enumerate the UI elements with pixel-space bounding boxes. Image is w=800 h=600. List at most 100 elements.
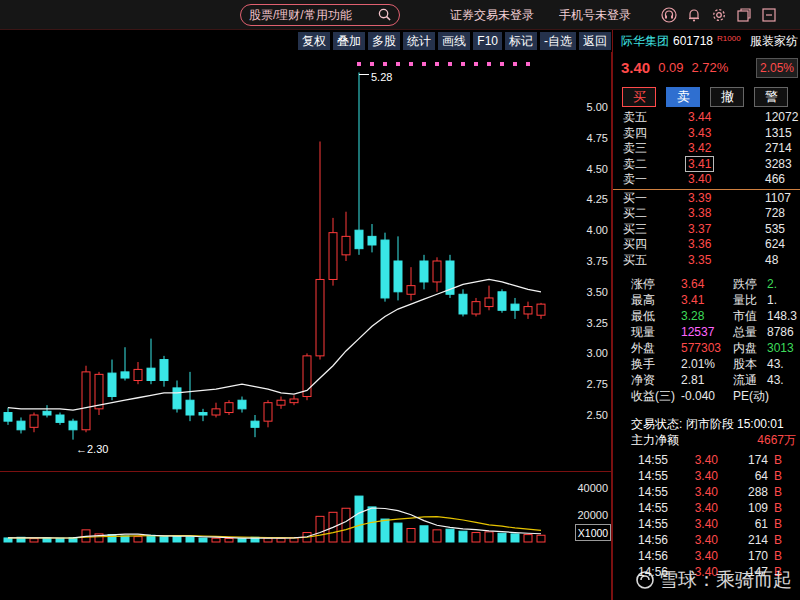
candle[interactable] [17,417,25,433]
candle[interactable] [212,403,220,418]
candle[interactable] [394,236,402,300]
event-marker[interactable] [383,62,387,66]
candle[interactable] [69,419,77,440]
volume-bar[interactable] [381,519,389,542]
candle[interactable] [82,366,90,433]
candlestick-chart[interactable]: 5.004.754.504.254.003.753.503.253.002.75… [0,52,612,472]
volume-bar[interactable] [407,529,415,543]
event-marker[interactable] [370,62,374,66]
volume-bar[interactable] [173,536,181,542]
search-icon[interactable] [378,8,391,21]
volume-chart[interactable]: 4000020000X1000 [0,472,612,600]
event-marker[interactable] [474,62,478,66]
candle[interactable] [511,298,519,319]
candle[interactable] [290,395,298,405]
order-row[interactable]: 买一3.391107 [613,191,800,207]
candle[interactable] [355,73,363,255]
bell-icon[interactable] [686,7,702,23]
candle[interactable] [342,212,350,261]
candle[interactable] [459,289,467,316]
candle[interactable] [56,413,64,425]
order-row[interactable]: 卖三3.422714 [613,141,800,157]
event-marker[interactable] [448,62,452,66]
volume-bar[interactable] [537,535,545,542]
toolbar-button[interactable]: 叠加 [333,32,365,50]
event-marker[interactable] [461,62,465,66]
toolbar-button[interactable]: 画线 [438,32,470,50]
candle[interactable] [251,415,259,437]
candle[interactable] [329,218,337,286]
volume-bar[interactable] [225,538,233,542]
candle[interactable] [30,413,38,433]
volume-bar[interactable] [212,538,220,542]
headset-icon[interactable] [661,7,677,23]
candle[interactable] [238,397,246,413]
volume-bar[interactable] [4,538,12,542]
login-link[interactable]: 手机号未登录 [559,6,631,24]
candle[interactable] [316,141,324,359]
order-row[interactable]: 卖四3.431315 [613,126,800,142]
event-marker[interactable] [513,62,517,66]
candle[interactable] [420,255,428,289]
gear-icon[interactable] [711,7,727,23]
volume-bar[interactable] [56,538,64,542]
event-marker[interactable] [487,62,491,66]
candle[interactable] [381,233,389,302]
volume-bar[interactable] [30,539,38,542]
candle[interactable] [147,339,155,385]
candle[interactable] [433,257,441,291]
volume-bar[interactable] [316,516,324,542]
volume-bar[interactable] [355,496,363,542]
candle[interactable] [95,372,103,415]
candle[interactable] [264,400,272,427]
candle[interactable] [485,286,493,311]
volume-bar[interactable] [342,508,350,542]
candle[interactable] [4,408,12,425]
volume-bar[interactable] [446,529,454,542]
volume-bar[interactable] [433,530,441,542]
candle[interactable] [303,353,311,400]
volume-bar[interactable] [420,526,428,542]
candle[interactable] [537,303,545,319]
window-icon[interactable] [736,7,752,23]
candle[interactable] [368,224,376,252]
volume-bar[interactable] [238,539,246,542]
volume-bar[interactable] [108,535,116,542]
candle[interactable] [498,289,506,312]
volume-bar[interactable] [160,537,168,542]
candle[interactable] [43,405,51,417]
login-link[interactable]: 证券交易未登录 [450,6,534,24]
event-marker[interactable] [435,62,439,66]
action-button[interactable]: 买 [622,87,656,107]
action-button[interactable]: 卖 [666,87,700,107]
minimize-icon[interactable] [761,7,777,23]
volume-bar[interactable] [485,532,493,542]
order-row[interactable]: 卖五3.4412072 [613,110,800,126]
action-button[interactable]: 撤 [710,87,744,107]
event-marker[interactable] [422,62,426,66]
order-row[interactable]: 买三3.37535 [613,222,800,238]
sector[interactable]: 服装家纺 [750,32,798,50]
order-row[interactable]: 买四3.36624 [613,237,800,253]
volume-bar[interactable] [511,534,519,542]
toolbar-button[interactable]: 多股 [368,32,400,50]
toolbar-button[interactable]: F10 [473,32,502,50]
volume-bar[interactable] [121,536,129,542]
order-row[interactable]: 买五3.3548 [613,253,800,269]
candle[interactable] [472,298,480,316]
volume-bar[interactable] [498,533,506,542]
volume-bar[interactable] [199,538,207,542]
candle[interactable] [199,409,207,421]
volume-bar[interactable] [524,535,532,542]
toolbar-button[interactable]: 复权 [298,32,330,50]
candle[interactable] [160,356,168,387]
candle[interactable] [108,360,116,401]
search-input[interactable] [249,6,374,24]
volume-bar[interactable] [368,507,376,542]
toolbar-button[interactable]: -自选 [540,32,576,50]
candle[interactable] [186,372,194,421]
candle[interactable] [121,347,129,380]
candle[interactable] [225,400,233,415]
order-row[interactable]: 卖二3.413283 [613,157,800,173]
volume-bar[interactable] [134,537,142,542]
